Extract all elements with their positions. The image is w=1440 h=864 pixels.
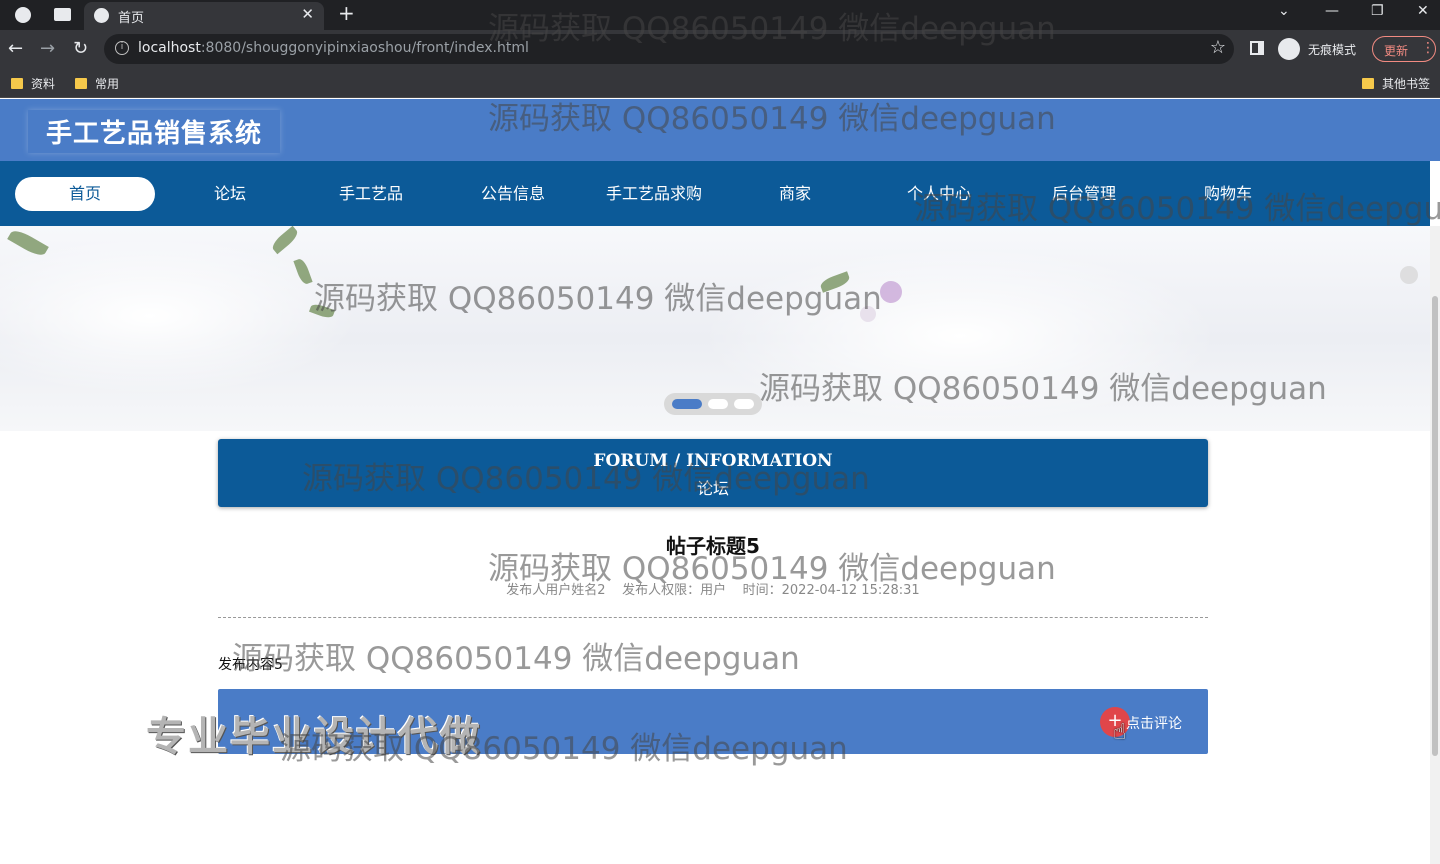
nav-item-forum[interactable]: 论坛 (160, 177, 300, 211)
globe-icon (94, 8, 109, 23)
carousel-dot-3[interactable] (734, 399, 754, 409)
close-icon[interactable]: ✕ (301, 5, 314, 23)
new-tab-icon[interactable]: + (338, 1, 355, 25)
carousel-dot-2[interactable] (708, 399, 728, 409)
folder-icon (1362, 78, 1374, 89)
reload-icon[interactable]: ↻ (73, 38, 88, 59)
banner-leaf (269, 226, 301, 255)
nav-item-craft-requests[interactable]: 手工艺品求购 (584, 177, 724, 211)
bookmark-folder-changyong[interactable]: 常用 (75, 75, 119, 92)
bookmarks-bar: 资料 常用 其他书签 (0, 68, 1440, 98)
carousel-indicators (664, 393, 762, 415)
incognito-icon[interactable] (1278, 38, 1300, 60)
nav-item-admin[interactable]: 后台管理 (1014, 177, 1154, 211)
bookmark-star-icon[interactable]: ☆ (1210, 37, 1226, 58)
bookmark-folder-other[interactable]: 其他书签 (1362, 75, 1430, 92)
info-icon[interactable]: i (115, 41, 129, 55)
tab-title: 首页 (118, 11, 145, 26)
browser-app-icon[interactable] (15, 7, 31, 23)
window-close-icon[interactable]: ✕ (1417, 3, 1429, 19)
carousel-dot-1[interactable] (672, 399, 702, 409)
back-icon[interactable]: ← (8, 38, 23, 59)
restore-icon[interactable]: ❐ (1371, 3, 1384, 19)
post-divider (218, 617, 1208, 618)
more-icon: ⋮ (1421, 40, 1435, 56)
banner-cloud (700, 246, 1220, 426)
folder-icon (11, 78, 23, 89)
banner-carousel[interactable] (0, 226, 1430, 431)
folder-icon (75, 78, 87, 89)
banner-cloud (0, 236, 360, 396)
nav-item-home[interactable]: 首页 (15, 177, 155, 211)
nav-item-notices[interactable]: 公告信息 (443, 177, 583, 211)
site-title[interactable]: 手工艺品销售系统 (28, 110, 280, 153)
tab-list-icon[interactable] (54, 8, 71, 21)
forward-icon[interactable]: → (40, 38, 55, 59)
nav-item-profile[interactable]: 个人中心 (869, 177, 1009, 211)
banner-flower (880, 281, 902, 303)
nav-item-crafts[interactable]: 手工艺品 (301, 177, 441, 211)
incognito-label: 无痕模式 (1308, 43, 1357, 57)
banner-flower (1400, 266, 1418, 284)
address-bar[interactable]: i localhost:8080/shouggonyipinxiaoshou/f… (104, 34, 1234, 64)
ad-overlay-text: 专业毕业设计代做 (146, 714, 482, 760)
update-button[interactable]: 更新 ⋮ (1372, 36, 1436, 62)
nav-item-merchants[interactable]: 商家 (725, 177, 865, 211)
site-header: 手工艺品销售系统 (0, 99, 1440, 161)
url-text[interactable]: localhost:8080/shouggonyipinxiaoshou/fro… (138, 40, 529, 56)
add-comment-label: 点击评论 (1126, 716, 1182, 732)
bookmark-folder-ziliao[interactable]: 资料 (11, 75, 55, 92)
chevron-down-icon[interactable]: ⌄ (1278, 3, 1290, 19)
scrollbar-thumb[interactable] (1432, 296, 1438, 756)
browser-tab-home[interactable]: 首页 ✕ (84, 2, 324, 30)
main-nav: 首页 论坛 手工艺品 公告信息 手工艺品求购 商家 个人中心 后台管理 购物车 (0, 161, 1430, 226)
post-meta: 发布人用户姓名2 发布人权限：用户 时间：2022-04-12 15:28:31 (506, 583, 920, 598)
post-content: 发布内容5 (218, 657, 283, 673)
banner-flower (860, 306, 876, 322)
page-scrollbar[interactable] (1430, 226, 1440, 864)
post-title: 帖子标题5 (666, 534, 760, 558)
minimize-icon[interactable]: — (1325, 3, 1339, 19)
forum-section-header: FORUM / INFORMATION 论坛 (218, 439, 1208, 507)
forum-heading-en: FORUM / INFORMATION (593, 451, 833, 471)
hand-cursor-icon: ☝ (1113, 720, 1127, 745)
update-label: 更新 (1384, 44, 1409, 58)
forum-heading-cn: 论坛 (696, 479, 729, 498)
side-panel-icon[interactable] (1250, 41, 1264, 55)
nav-item-cart[interactable]: 购物车 (1158, 177, 1298, 211)
browser-tab-bar: 首页 ✕ + ⌄ — ❐ ✕ (0, 0, 1440, 30)
browser-toolbar: ← → ↻ i localhost:8080/shouggonyipinxiao… (0, 30, 1440, 68)
